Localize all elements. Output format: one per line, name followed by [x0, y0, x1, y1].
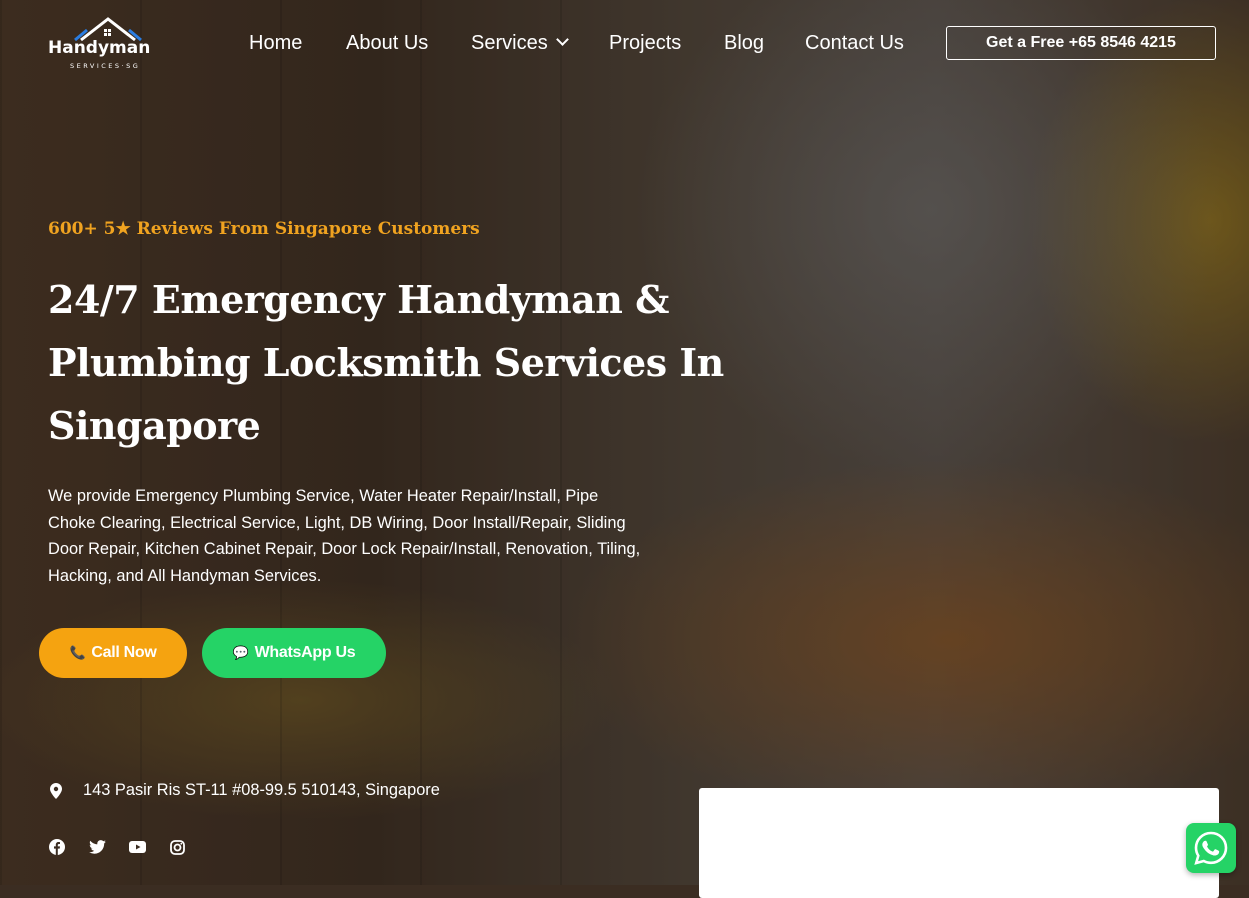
- chat-bubble-icon: 💬: [232, 645, 249, 660]
- call-now-button[interactable]: 📞 Call Now: [39, 628, 187, 678]
- address-text: 143 Pasir Ris ST-11 #08-99.5 510143, Sin…: [83, 781, 440, 799]
- logo-tagline: SERVICES·SG: [70, 62, 141, 70]
- whatsapp-float-button[interactable]: [1186, 823, 1236, 873]
- nav-contact-us[interactable]: Contact Us: [805, 32, 904, 55]
- hero-headline: 24/7 Emergency Handyman & Plumbing Locks…: [48, 277, 724, 448]
- chevron-down-icon: [555, 33, 569, 46]
- twitter-icon[interactable]: [88, 838, 106, 856]
- site-logo[interactable]: Handyman SERVICES·SG: [48, 16, 164, 74]
- call-now-label: Call Now: [91, 644, 157, 661]
- nav-services-label: Services: [471, 32, 548, 54]
- phone-icon: 📞: [69, 645, 86, 660]
- instagram-icon[interactable]: [168, 838, 186, 856]
- reviews-tagline: 600+ 5★ Reviews From Singapore Customers: [48, 219, 480, 239]
- nav-services[interactable]: Services: [471, 32, 569, 55]
- hero-description: We provide Emergency Plumbing Service, W…: [48, 487, 641, 585]
- location-pin-icon: [50, 782, 62, 799]
- nav-home[interactable]: Home: [249, 32, 302, 55]
- nav-projects[interactable]: Projects: [609, 32, 681, 55]
- youtube-icon[interactable]: [128, 838, 146, 856]
- quote-form-card: [699, 788, 1219, 898]
- get-quote-button[interactable]: Get a Free +65 8546 4215: [946, 26, 1216, 60]
- logo-wordmark: Handyman: [48, 38, 151, 58]
- nav-about-us[interactable]: About Us: [346, 32, 428, 55]
- whatsapp-icon: [1194, 831, 1228, 865]
- whatsapp-us-button[interactable]: 💬 WhatsApp Us: [202, 628, 386, 678]
- whatsapp-us-label: WhatsApp Us: [254, 644, 356, 661]
- facebook-icon[interactable]: [48, 838, 66, 856]
- address-line: 143 Pasir Ris ST-11 #08-99.5 510143, Sin…: [50, 781, 440, 800]
- nav-blog[interactable]: Blog: [724, 32, 764, 55]
